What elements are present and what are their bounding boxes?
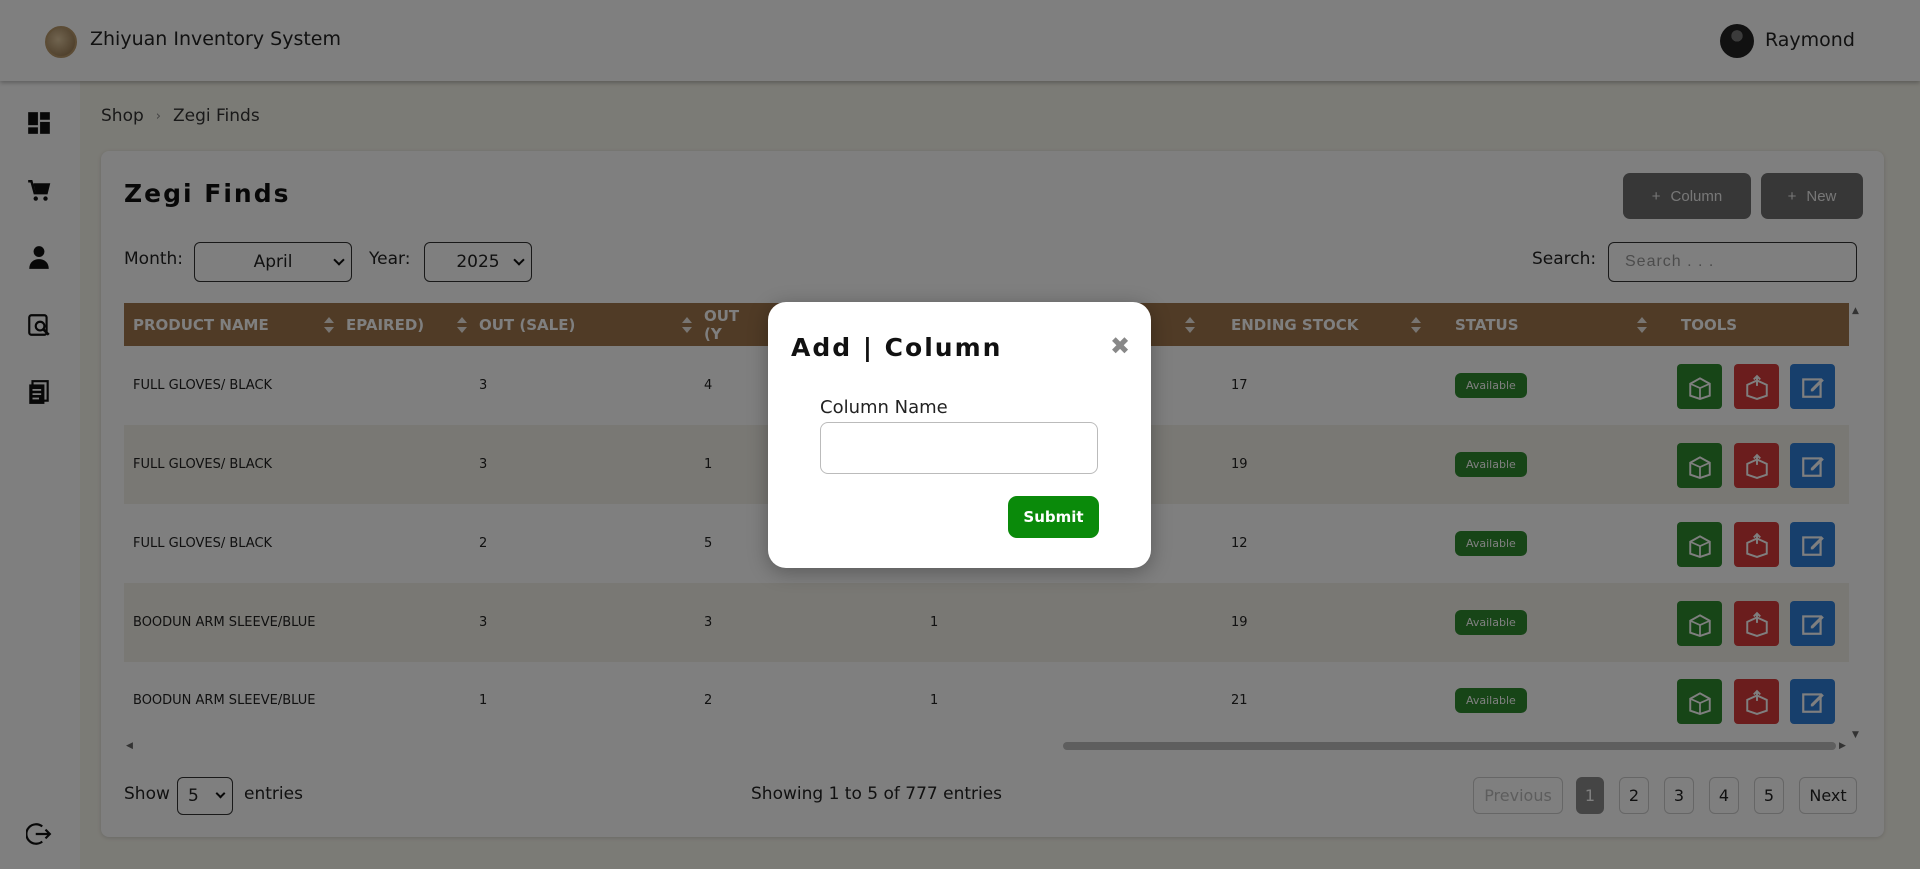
column-name-input[interactable] <box>820 422 1098 474</box>
column-name-label: Column Name <box>820 397 948 418</box>
submit-button[interactable]: Submit <box>1008 496 1099 538</box>
add-column-modal: Add | Column ✖ Column Name Submit <box>768 302 1151 568</box>
close-icon[interactable]: ✖ <box>1108 334 1132 358</box>
modal-title: Add | Column <box>791 333 1003 362</box>
